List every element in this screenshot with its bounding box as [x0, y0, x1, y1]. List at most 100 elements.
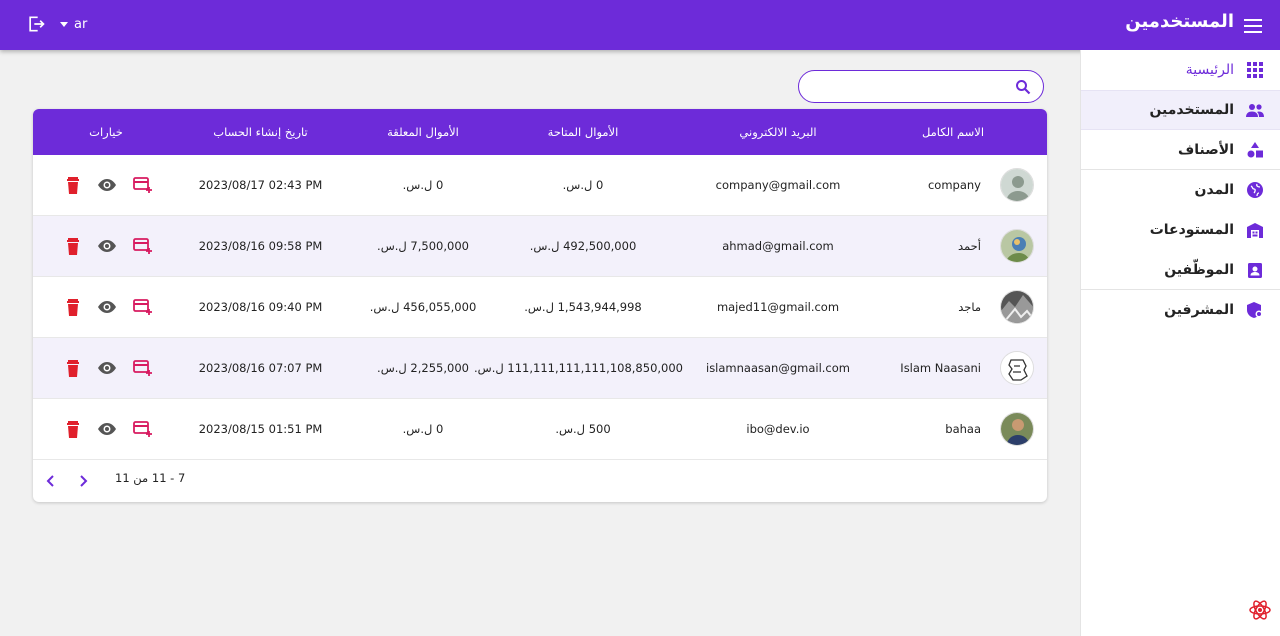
- delete-icon[interactable]: [63, 420, 83, 438]
- user-email: ibo@dev.io: [746, 422, 810, 436]
- chevron-left-icon[interactable]: [43, 473, 59, 489]
- column-header-pending: الأموال المعلقة: [387, 125, 459, 139]
- avatar: [1000, 290, 1034, 324]
- table-row: ماجد majed11@gmail.com 1,543,944,998 ل.س…: [33, 277, 1047, 338]
- sidebar-item-employees[interactable]: الموظّفين: [1081, 250, 1280, 290]
- sidebar-item-label: المستودعات: [1149, 221, 1234, 238]
- add-card-icon[interactable]: [133, 420, 153, 438]
- sidebar-item-label: الموظّفين: [1164, 261, 1234, 278]
- add-card-icon[interactable]: [133, 176, 153, 194]
- pending-funds: 0 ل.س.: [402, 178, 444, 192]
- row-actions: [61, 399, 161, 459]
- avatar: [1000, 351, 1034, 385]
- delete-icon[interactable]: [63, 176, 83, 194]
- created-date: 2023/08/16 07:07 PM: [198, 361, 323, 375]
- globe-icon: [1246, 181, 1264, 199]
- sidebar: الرئيسية المستخدمين الأصناف المدن المستو…: [1080, 50, 1280, 636]
- table-row: bahaa ibo@dev.io 500 ل.س. 0 ل.س. 2023/08…: [33, 399, 1047, 460]
- language-value: ar: [74, 16, 88, 32]
- table-row: Islam Naasani islamnaasan@gmail.com 111,…: [33, 338, 1047, 399]
- user-name: Islam Naasani: [900, 361, 981, 375]
- sidebar-item-supervisors[interactable]: المشرفين: [1081, 290, 1280, 330]
- pending-funds: 7,500,000 ل.س.: [377, 239, 469, 253]
- sidebar-item-label: المستخدمين: [1149, 102, 1234, 118]
- table-row: أحمد ahmad@gmail.com 492,500,000 ل.س. 7,…: [33, 216, 1047, 277]
- search-icon[interactable]: [1015, 79, 1031, 95]
- users-table: الاسم الكامل البريد الالكتروني الأموال ا…: [33, 109, 1047, 502]
- user-email: islamnaasan@gmail.com: [706, 361, 850, 375]
- view-icon[interactable]: [97, 420, 117, 438]
- user-name: bahaa: [945, 422, 981, 436]
- user-email: company@gmail.com: [715, 178, 841, 192]
- row-actions: [61, 277, 161, 337]
- user-name: company: [927, 178, 981, 192]
- grid-icon: [1246, 61, 1264, 79]
- created-date: 2023/08/16 09:40 PM: [198, 300, 323, 314]
- search-input[interactable]: [813, 77, 993, 97]
- available-funds: 500 ل.س.: [555, 422, 611, 436]
- pagination-range: 7 - 11 من 11: [115, 471, 186, 485]
- caret-down-icon: [60, 21, 68, 27]
- warehouse-icon: [1246, 221, 1264, 239]
- pagination: 7 - 11 من 11: [33, 459, 1047, 502]
- table-header: الاسم الكامل البريد الالكتروني الأموال ا…: [33, 109, 1047, 155]
- created-date: 2023/08/17 02:43 PM: [198, 178, 323, 192]
- pending-funds: 0 ل.س.: [402, 422, 444, 436]
- add-card-icon[interactable]: [133, 298, 153, 316]
- search-box: [798, 70, 1044, 103]
- column-header-created: تاريخ إنشاء الحساب: [213, 125, 308, 139]
- created-date: 2023/08/15 01:51 PM: [198, 422, 323, 436]
- sidebar-item-warehouses[interactable]: المستودعات: [1081, 210, 1280, 250]
- language-select[interactable]: ar: [60, 14, 87, 34]
- sidebar-item-label: الأصناف: [1178, 141, 1234, 158]
- add-card-icon[interactable]: [133, 359, 153, 377]
- delete-icon[interactable]: [63, 359, 83, 377]
- admin-shield-icon: [1246, 301, 1264, 319]
- row-actions: [61, 338, 161, 398]
- sidebar-item-label: الرئيسية: [1185, 61, 1234, 78]
- sidebar-item-label: المدن: [1194, 181, 1234, 198]
- view-icon[interactable]: [97, 176, 117, 194]
- column-header-options: خيارات: [89, 125, 123, 139]
- chevron-right-icon[interactable]: [75, 473, 91, 489]
- user-name: أحمد: [958, 239, 981, 253]
- pending-funds: 2,255,000 ل.س.: [377, 361, 469, 375]
- shapes-icon: [1246, 141, 1264, 159]
- react-logo-icon: [1249, 600, 1271, 620]
- users-icon: [1246, 101, 1264, 119]
- avatar: [1000, 412, 1034, 446]
- logout-icon[interactable]: [26, 14, 46, 34]
- available-funds: 492,500,000 ل.س.: [529, 239, 637, 253]
- table-row: company company@gmail.com 0 ل.س. 0 ل.س. …: [33, 155, 1047, 216]
- user-email: majed11@gmail.com: [716, 300, 840, 314]
- view-icon[interactable]: [97, 298, 117, 316]
- avatar: [1000, 168, 1034, 202]
- row-actions: [61, 155, 161, 215]
- delete-icon[interactable]: [63, 237, 83, 255]
- row-actions: [61, 216, 161, 276]
- user-name: ماجد: [958, 300, 981, 314]
- page-title: المستخدمين: [1125, 11, 1234, 32]
- delete-icon[interactable]: [63, 298, 83, 316]
- created-date: 2023/08/16 09:58 PM: [198, 239, 323, 253]
- app-bar: المستخدمين ar: [0, 0, 1280, 50]
- sidebar-item-home[interactable]: الرئيسية: [1081, 50, 1280, 90]
- menu-icon[interactable]: [1244, 15, 1262, 35]
- sidebar-item-users[interactable]: المستخدمين: [1081, 90, 1280, 130]
- pending-funds: 456,055,000 ل.س.: [369, 300, 477, 314]
- column-header-fullname: الاسم الكامل: [921, 125, 985, 139]
- available-funds: 111,111,111,111,108,850,000 ل.س.: [474, 361, 683, 375]
- user-email: ahmad@gmail.com: [722, 239, 834, 253]
- view-icon[interactable]: [97, 359, 117, 377]
- column-header-email: البريد الالكتروني: [739, 125, 817, 139]
- sidebar-item-categories[interactable]: الأصناف: [1081, 130, 1280, 170]
- add-card-icon[interactable]: [133, 237, 153, 255]
- view-icon[interactable]: [97, 237, 117, 255]
- sidebar-item-cities[interactable]: المدن: [1081, 170, 1280, 210]
- sidebar-item-label: المشرفين: [1164, 301, 1234, 318]
- available-funds: 1,543,944,998 ل.س.: [524, 300, 642, 314]
- column-header-available: الأموال المتاحة: [547, 125, 619, 139]
- available-funds: 0 ل.س.: [562, 178, 604, 192]
- badge-icon: [1246, 261, 1264, 279]
- avatar: [1000, 229, 1034, 263]
